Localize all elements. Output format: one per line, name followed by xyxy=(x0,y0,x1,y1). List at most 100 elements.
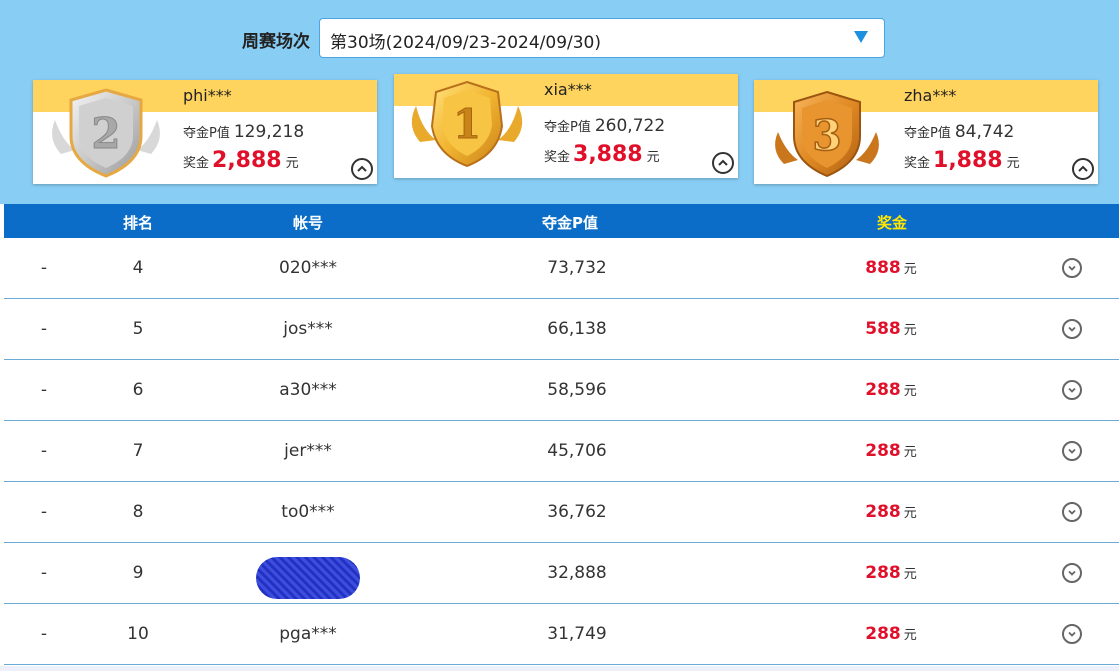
page-bottom-strip xyxy=(0,666,1119,671)
podium-card-third: 3 zha*** 夺金P值 84,742 奖金 1,888 元 xyxy=(754,80,1098,184)
row-rank-change: - xyxy=(40,624,48,644)
row-rank-change: - xyxy=(40,441,48,461)
row-rank: 4 xyxy=(132,258,144,278)
row-expand-button[interactable] xyxy=(1062,624,1082,644)
row-rank-change: - xyxy=(40,563,48,583)
chevron-down-icon xyxy=(1068,326,1076,332)
row-score: 32,888 xyxy=(547,563,607,583)
row-prize-unit: 元 xyxy=(903,506,917,521)
podium-prize: 奖金 3,888 元 xyxy=(544,142,660,167)
row-score: 58,596 xyxy=(547,380,607,400)
podium-prize: 奖金 1,888 元 xyxy=(904,148,1020,173)
header-score: 夺金P值 xyxy=(542,214,598,232)
row-rank: 6 xyxy=(132,380,144,400)
row-rank-change: - xyxy=(40,319,48,339)
chevron-down-icon xyxy=(1068,570,1076,576)
podium-score-value: 260,722 xyxy=(594,116,666,136)
chevron-up-icon xyxy=(1078,165,1088,172)
row-prize-value: 288 xyxy=(865,624,901,644)
row-rank-change: - xyxy=(40,380,48,400)
round-select-dropdown[interactable]: 第30场(2024/09/23-2024/09/30) xyxy=(319,18,885,58)
row-expand-button[interactable] xyxy=(1062,502,1082,522)
row-prize: 288 元 xyxy=(865,380,917,400)
header-rank: 排名 xyxy=(122,214,154,232)
table-header: 排名 帐号 夺金P值 奖金 xyxy=(4,204,1119,238)
podium-prize-unit: 元 xyxy=(285,156,299,171)
round-select-value: 第30场(2024/09/23-2024/09/30) xyxy=(330,33,601,53)
podium-score-label: 夺金P值 xyxy=(544,120,591,135)
header-prize: 奖金 xyxy=(876,214,908,232)
row-expand-button[interactable] xyxy=(1062,380,1082,400)
table-row: - 4 020*** 73,732 888 元 xyxy=(4,238,1119,299)
collapse-button[interactable] xyxy=(1072,158,1094,180)
row-rank: 8 xyxy=(132,502,144,522)
row-prize-value: 888 xyxy=(865,258,901,278)
podium-score-label: 夺金P值 xyxy=(904,126,951,141)
row-prize: 288 元 xyxy=(865,563,917,583)
row-rank: 9 xyxy=(132,563,144,583)
redacted-account-mark xyxy=(256,557,360,599)
row-expand-button[interactable] xyxy=(1062,563,1082,583)
leaderboard-table: -4 020*** 73,732 888 元 -5 jos*** 66,138 588 元 -6 a3… xyxy=(4,238,1119,666)
row-expand-button[interactable] xyxy=(1062,258,1082,278)
row-score: 73,732 xyxy=(547,258,607,278)
collapse-button[interactable] xyxy=(351,158,373,180)
podium-prize-label: 奖金 xyxy=(904,156,931,171)
podium-prize-value: 3,888 xyxy=(573,142,643,167)
row-rank: 5 xyxy=(132,319,144,339)
podium-prize: 奖金 2,888 元 xyxy=(183,148,299,173)
table-row: - 8 to0*** 36,762 288 元 xyxy=(4,482,1119,543)
row-score: 66,138 xyxy=(547,319,607,339)
row-prize-unit: 元 xyxy=(903,628,917,643)
row-prize-unit: 元 xyxy=(903,384,917,399)
header-account: 帐号 xyxy=(292,214,324,232)
row-prize: 888 元 xyxy=(865,258,917,278)
row-account: to0*** xyxy=(281,502,335,522)
podium-score-label: 夺金P值 xyxy=(183,126,230,141)
row-score: 36,762 xyxy=(547,502,607,522)
triangle-down-icon xyxy=(854,31,868,43)
row-score: 31,749 xyxy=(547,624,607,644)
table-row: - 6 a30*** 58,596 288 元 xyxy=(4,360,1119,421)
podium-score-value: 84,742 xyxy=(954,122,1015,142)
podium-prize-value: 1,888 xyxy=(933,148,1003,173)
podium-score-value: 129,218 xyxy=(233,122,305,142)
svg-text:1: 1 xyxy=(453,101,481,148)
table-row: - 10 pga*** 31,749 288 元 xyxy=(4,604,1119,665)
podium-score: 夺金P值 84,742 xyxy=(904,122,1014,142)
bronze-medal-icon: 3 xyxy=(775,90,879,178)
chevron-down-icon xyxy=(1068,631,1076,637)
row-prize-unit: 元 xyxy=(903,567,917,582)
podium-name: phi*** xyxy=(183,86,232,105)
row-prize-value: 288 xyxy=(865,563,901,583)
podium-card-first: 1 xia*** 夺金P值 260,722 奖金 3,888 元 xyxy=(394,74,738,178)
table-row: - 5 jos*** 66,138 588 元 xyxy=(4,299,1119,360)
podium-name: xia*** xyxy=(544,80,592,99)
collapse-button[interactable] xyxy=(712,152,734,174)
row-score: 45,706 xyxy=(547,441,607,461)
row-expand-button[interactable] xyxy=(1062,441,1082,461)
podium-prize-value: 2,888 xyxy=(212,148,282,173)
podium-prize-unit: 元 xyxy=(1006,156,1020,171)
row-prize: 288 元 xyxy=(865,441,917,461)
row-account: pga*** xyxy=(279,624,337,644)
row-account: a30*** xyxy=(279,380,337,400)
row-rank: 10 xyxy=(127,624,149,644)
row-prize-unit: 元 xyxy=(903,323,917,338)
podium-prize-label: 奖金 xyxy=(183,156,210,171)
row-prize-value: 288 xyxy=(865,502,901,522)
podium-prize-label: 奖金 xyxy=(544,150,571,165)
gold-medal-icon: 1 xyxy=(411,80,523,168)
table-row: - 7 jer*** 45,706 288 元 xyxy=(4,421,1119,482)
row-account: jos*** xyxy=(283,319,333,339)
row-prize: 288 元 xyxy=(865,502,917,522)
row-prize-unit: 元 xyxy=(903,445,917,460)
top-panel: 周赛场次 第30场(2024/09/23-2024/09/30) 2 phi**… xyxy=(0,0,1119,204)
row-expand-button[interactable] xyxy=(1062,319,1082,339)
chevron-up-icon xyxy=(718,159,728,166)
chevron-down-icon xyxy=(1068,387,1076,393)
row-prize-value: 288 xyxy=(865,380,901,400)
podium-prize-unit: 元 xyxy=(646,150,660,165)
chevron-down-icon xyxy=(1068,265,1076,271)
row-account: jer*** xyxy=(284,441,332,461)
